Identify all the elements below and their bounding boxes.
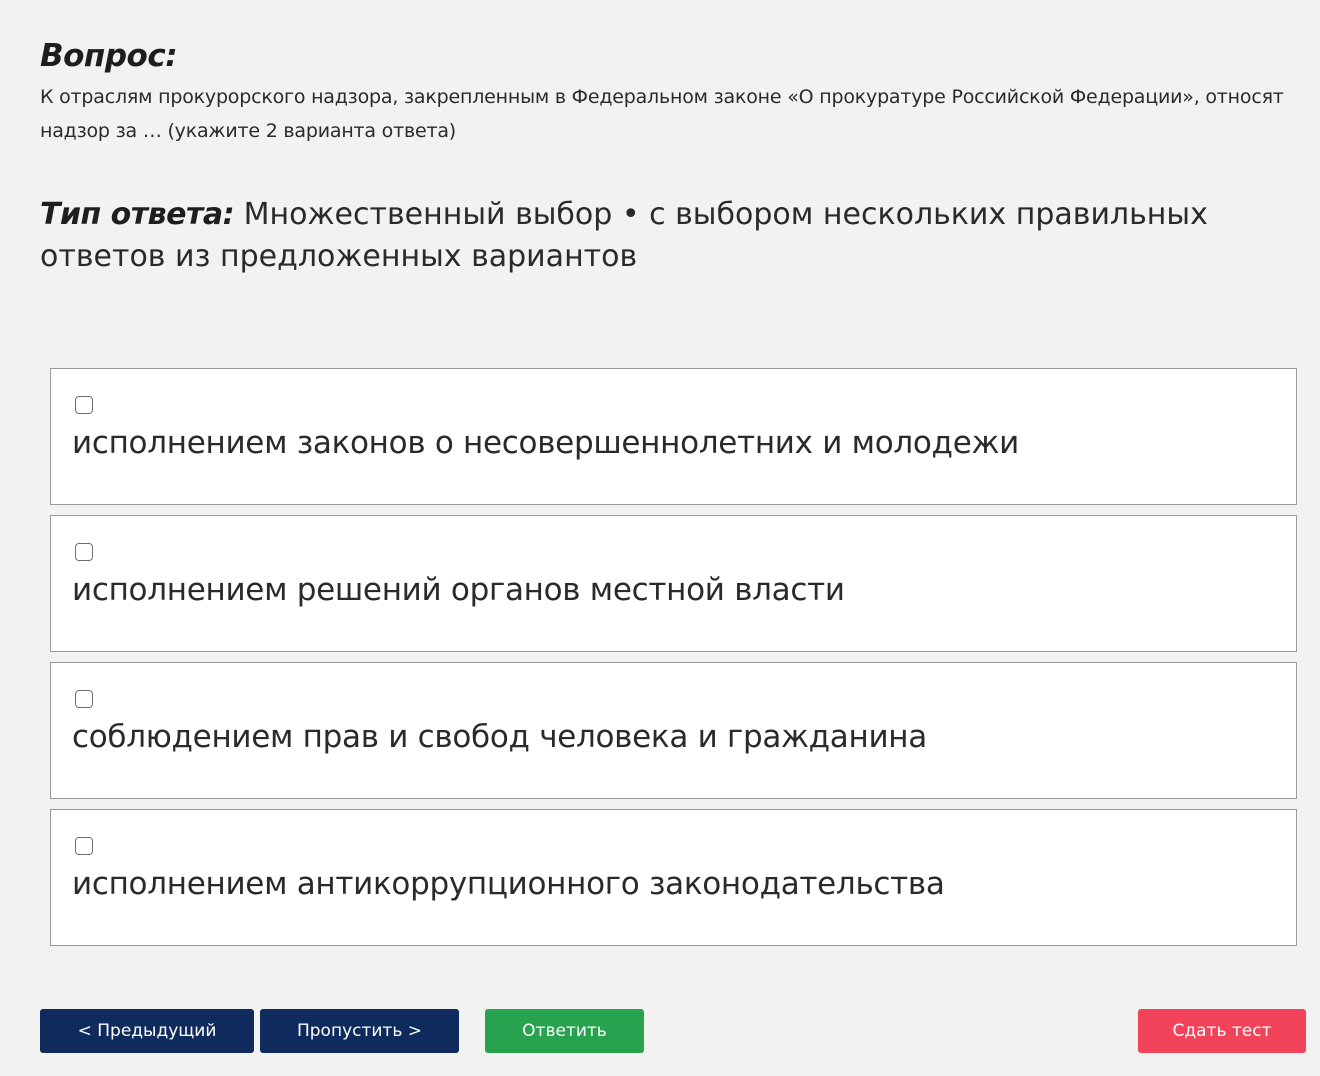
skip-button[interactable]: Пропустить > bbox=[260, 1009, 459, 1053]
answer-options: исполнением законов о несовершеннолетних… bbox=[50, 368, 1297, 956]
previous-button[interactable]: < Предыдущий bbox=[40, 1009, 254, 1053]
option-label: исполнением законов о несовершеннолетних… bbox=[72, 425, 1019, 461]
answer-option-1[interactable]: исполнением законов о несовершеннолетних… bbox=[50, 368, 1297, 505]
option-label: исполнением антикоррупционного законодат… bbox=[72, 866, 945, 902]
question-text: К отраслям прокурорского надзора, закреп… bbox=[40, 86, 1284, 142]
option-label: исполнением решений органов местной влас… bbox=[72, 572, 845, 608]
submit-test-button[interactable]: Сдать тест bbox=[1138, 1009, 1306, 1053]
option-checkbox[interactable] bbox=[75, 543, 93, 561]
option-label: соблюдением прав и свобод человека и гра… bbox=[72, 719, 927, 755]
answer-button[interactable]: Ответить bbox=[485, 1009, 644, 1053]
option-checkbox[interactable] bbox=[75, 396, 93, 414]
option-checkbox[interactable] bbox=[75, 690, 93, 708]
answer-option-2[interactable]: исполнением решений органов местной влас… bbox=[50, 515, 1297, 652]
answer-type: Тип ответа: Множественный выбор • с выбо… bbox=[40, 194, 1280, 278]
option-checkbox[interactable] bbox=[75, 837, 93, 855]
question-heading: Вопрос: bbox=[40, 38, 178, 74]
answer-option-3[interactable]: соблюдением прав и свобод человека и гра… bbox=[50, 662, 1297, 799]
answer-option-4[interactable]: исполнением антикоррупционного законодат… bbox=[50, 809, 1297, 946]
answer-type-label: Тип ответа: bbox=[40, 197, 235, 232]
